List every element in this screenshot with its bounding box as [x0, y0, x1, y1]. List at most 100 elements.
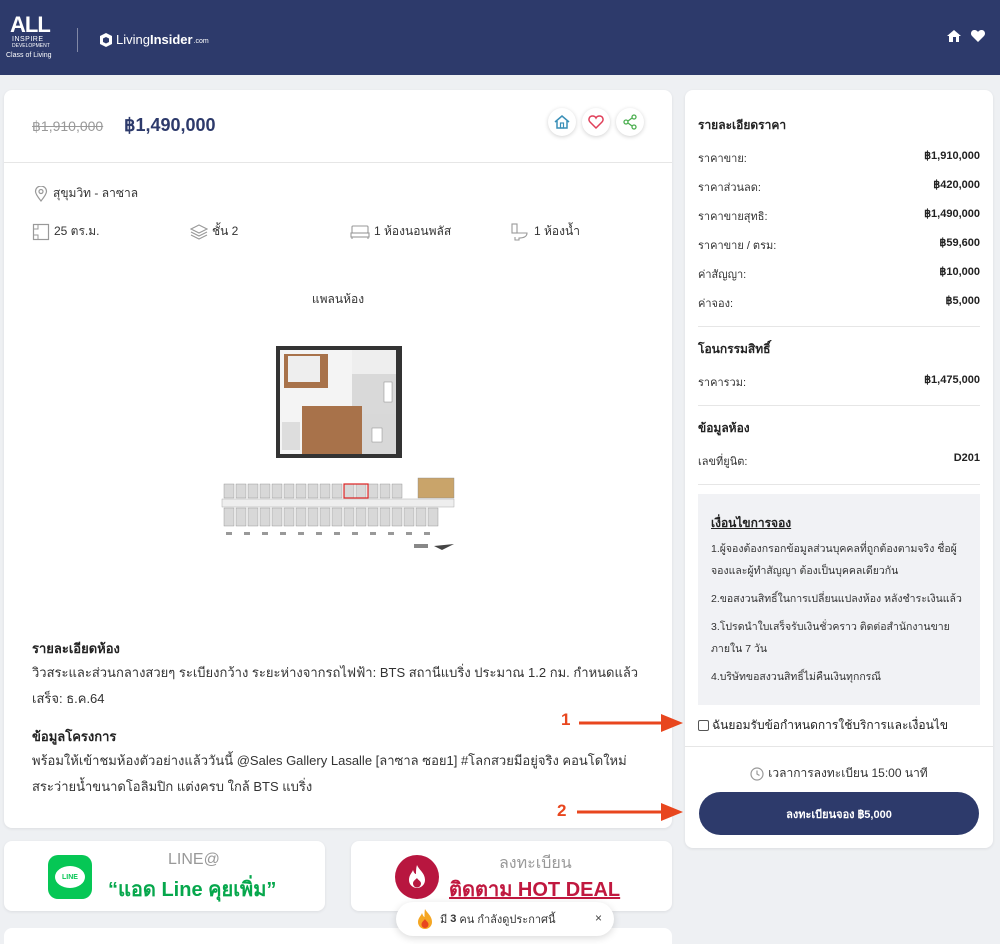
- price-row-label: ราคาส่วนลด:: [698, 182, 761, 194]
- conditions-list: 1.ผู้จองต้องกรอกข้อมูลส่วนบุคคลที่ถูกต้อ…: [711, 538, 973, 694]
- logo-all-text: ALL: [10, 12, 51, 37]
- agree-terms[interactable]: ฉันยอมรับข้อกำหนดการใช้บริการและเงื่อนไข: [698, 716, 948, 735]
- price-row-value: ฿5,000: [945, 295, 980, 307]
- current-price: ฿1,490,000: [124, 115, 216, 135]
- annotation-marker-2: 2: [557, 801, 567, 820]
- spec-area-text: 25 ตร.ม.: [54, 224, 100, 238]
- room-detail-text: วิวสระและส่วนกลางสวยๆ ระเบียงกว้าง ระยะห…: [32, 665, 639, 706]
- home-icon[interactable]: [946, 28, 962, 44]
- toast-count: 3: [450, 913, 457, 925]
- agree-label[interactable]: ฉันยอมรับข้อกำหนดการใช้บริการและเงื่อนไข: [712, 716, 948, 735]
- location-text: สุขุมวิท - ลาซาล: [53, 186, 139, 200]
- hotdeal-banner[interactable]: ลงทะเบียน ติดตาม HOT DEAL: [351, 841, 672, 911]
- site-plan-image[interactable]: [218, 474, 462, 560]
- price-row-label: ค่าสัญญา:: [698, 269, 747, 281]
- transfer-section-title: โอนกรรมสิทธิ์: [698, 342, 771, 356]
- project-info-heading: ข้อมูลโครงการ: [32, 729, 117, 744]
- spec-floor-text: ชั้น 2: [212, 224, 239, 238]
- heart-icon[interactable]: [970, 28, 986, 44]
- listing-actions: [548, 108, 644, 136]
- heart-icon: [588, 115, 604, 130]
- share-icon: [623, 114, 637, 130]
- transfer-row: ราคารวม: ฿1,475,000: [698, 373, 980, 391]
- transfer-row-label: ราคารวม:: [698, 377, 747, 389]
- agree-checkbox[interactable]: [698, 720, 709, 731]
- registration-timer: เวลาการลงทะเบียน 15:00 นาที: [685, 764, 993, 783]
- logo-line2: DEVELOPMENT: [12, 43, 50, 49]
- toilet-icon: [511, 222, 528, 241]
- transfer-row-value: ฿1,475,000: [924, 374, 980, 386]
- livinginsider-logo[interactable]: Living Insider .com: [100, 32, 209, 47]
- spec-floor: ชั้น 2: [190, 222, 238, 241]
- condition-item: 4.บริษัทขอสงวนสิทธิ์ไม่คืนเงินทุกกรณี: [711, 671, 882, 683]
- home-button[interactable]: [548, 108, 576, 136]
- price-row: ราคาขาย: ฿1,910,000: [698, 149, 980, 167]
- spec-bedroom: 1 ห้องนอนพลัส: [350, 222, 451, 241]
- close-icon[interactable]: ×: [595, 911, 602, 925]
- annotation-marker-1: 1: [561, 710, 571, 729]
- line-app-icon: LINE: [48, 855, 92, 899]
- price-row-label: ค่าจอง:: [698, 298, 734, 310]
- line-logo-text: LINE: [55, 866, 85, 888]
- price-row: ค่าจอง: ฿5,000: [698, 294, 980, 312]
- condition-item: 1.ผู้จองต้องกรอกข้อมูลส่วนบุคคลที่ถูกต้อ…: [711, 543, 957, 577]
- clock-icon: [750, 766, 764, 781]
- annotation-arrow-1: [579, 714, 683, 732]
- logo-tagline: Class of Living: [6, 52, 52, 59]
- condition-item: 2.ขอสงวนสิทธิ์ในการเปลี่ยนแปลงห้อง หลังช…: [711, 593, 962, 605]
- booking-conditions: เงื่อนไขการจอง 1.ผู้จองต้องกรอกข้อมูลส่ว…: [698, 494, 980, 705]
- price-divider: [4, 162, 672, 163]
- annotation-arrow-2: [577, 803, 683, 821]
- viewers-toast: มี 3 คน กำลังดูประกาศนี้ ×: [396, 902, 614, 936]
- room-row: เลขที่ยูนิต: D201: [698, 452, 980, 470]
- spec-bedroom-text: 1 ห้องนอนพลัส: [374, 224, 452, 238]
- listing-card: ฿1,910,000 ฿1,490,000 สุขุมวิท - ลาซาล 2…: [4, 90, 672, 828]
- logo-insider: Insider: [149, 32, 193, 47]
- livinginsider-mark-icon: [100, 32, 112, 47]
- share-button[interactable]: [616, 108, 644, 136]
- price-row: ราคาขายสุทธิ: ฿1,490,000: [698, 207, 980, 225]
- logo-living: Living: [116, 32, 150, 47]
- toast-suffix: คน กำลังดูประกาศนี้: [459, 914, 556, 926]
- room-row-label: เลขที่ยูนิต:: [698, 456, 748, 468]
- floor-plan-title: แพลนห้อง: [311, 292, 365, 306]
- condition-item: 3.โปรดนำใบเสร็จรับเงินชั่วคราว ติดต่อสำน…: [711, 621, 950, 655]
- section-divider: [698, 484, 980, 485]
- price-row-value: ฿420,000: [933, 179, 980, 191]
- home-icon: [554, 115, 570, 129]
- top-header: ALL INSPIRE DEVELOPMENT Class of Living …: [0, 0, 1000, 75]
- line-at-text: LINE@: [168, 851, 220, 868]
- price-section-title: รายละเอียดราคา: [698, 118, 787, 132]
- price-row-value: ฿1,490,000: [924, 208, 980, 220]
- header-icons: [946, 28, 986, 44]
- price-row-value: ฿1,910,000: [924, 150, 980, 162]
- hotdeal-link[interactable]: ติดตาม HOT DEAL: [449, 873, 620, 905]
- spec-bathroom-text: 1 ห้องน้ำ: [534, 224, 580, 238]
- price-row-value: ฿10,000: [939, 266, 980, 278]
- room-row-value: D201: [953, 452, 980, 464]
- favorite-button[interactable]: [582, 108, 610, 136]
- line-banner[interactable]: LINE LINE@ “แอด Line คุยเพิ่ม”: [4, 841, 325, 911]
- price-row-value: ฿59,600: [939, 237, 980, 249]
- floor-layers-icon: [190, 223, 208, 240]
- room-detail-heading: รายละเอียดห้อง: [32, 641, 120, 656]
- line-cta-text: “แอด Line คุยเพิ่ม”: [108, 879, 277, 901]
- flame-icon: [418, 909, 432, 929]
- price-row-label: ราคาขาย / ตรม:: [698, 240, 777, 252]
- fire-icon: [395, 855, 439, 899]
- section-divider: [698, 326, 980, 327]
- price-row: ราคาส่วนลด: ฿420,000: [698, 178, 980, 196]
- price-row-label: ราคาขาย:: [698, 153, 747, 165]
- price-row-label: ราคาขายสุทธิ:: [698, 211, 768, 223]
- price-row: ราคาขาย / ตรม: ฿59,600: [698, 236, 980, 254]
- floor-plan-image[interactable]: [272, 342, 404, 460]
- timer-text: เวลาการลงทะเบียน 15:00 นาที: [768, 766, 928, 780]
- price-sidebar: รายละเอียดราคา ราคาขาย: ฿1,910,000 ราคาส่…: [685, 90, 993, 848]
- logo-divider: [77, 28, 78, 52]
- conditions-title: เงื่อนไขการจอง: [711, 516, 792, 530]
- agree-divider: [685, 746, 993, 747]
- logo-com: .com: [193, 37, 209, 45]
- book-button[interactable]: ลงทะเบียนจอง ฿5,000: [699, 792, 979, 835]
- all-inspire-logo[interactable]: ALL INSPIRE DEVELOPMENT Class of Living: [6, 12, 66, 62]
- logo-line1: INSPIRE: [12, 36, 44, 43]
